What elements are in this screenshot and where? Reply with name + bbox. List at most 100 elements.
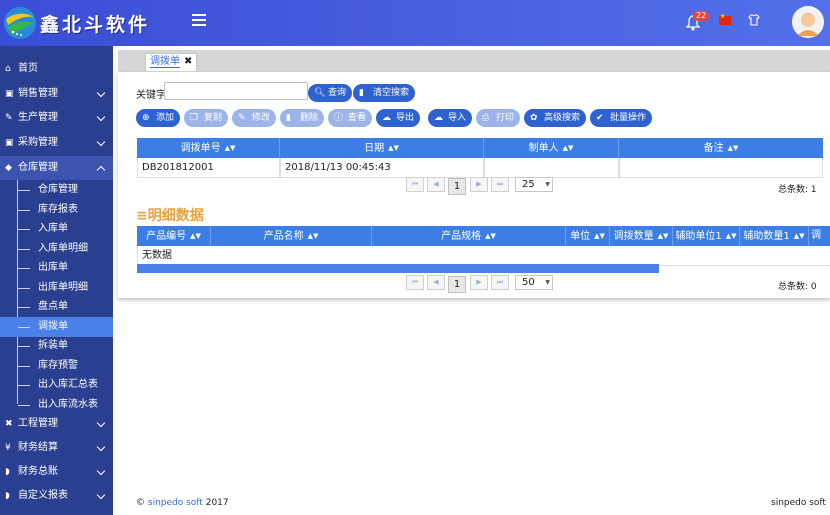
sidebar-item-label: 仓库管理 (18, 162, 58, 173)
next-page-icon[interactable]: ▶ (470, 177, 488, 192)
import-button[interactable]: ☁ 导入 (428, 109, 473, 127)
query-button[interactable]: 🔍︎ 查询 (308, 84, 353, 102)
sidebar-subitem-inout-summary[interactable]: 出入库汇总表 (0, 375, 113, 395)
batch-operation-button-label: 批量操作 (610, 113, 647, 123)
close-icon[interactable]: ✖ (184, 56, 192, 67)
cloud-download-icon: ☁ (382, 113, 391, 123)
footer-link[interactable]: sinpedo soft (148, 498, 203, 508)
tab-label: 调拨单 (150, 56, 180, 68)
sidebar-subitem-stocktake[interactable]: 盘点单 (0, 297, 113, 317)
language-flag-icon[interactable] (719, 13, 731, 25)
wrench-icon: ✎ (5, 113, 13, 123)
last-page-icon[interactable]: ⏭ (491, 177, 509, 192)
add-button[interactable]: ⊕ 添加 (136, 109, 181, 127)
sidebar-subitem-outbound-detail[interactable]: 出库单明细 (0, 278, 113, 298)
keyword-label: 关键字 (136, 90, 166, 101)
theme-shirt-icon[interactable] (748, 14, 760, 26)
chevron-down-icon (96, 418, 106, 428)
column-header-label: 产品编号 (146, 231, 187, 242)
delete-button-label: 删除 (300, 113, 319, 123)
column-header-date[interactable]: 日期 ▲▼ (280, 138, 484, 158)
page-size-select[interactable]: 25 (515, 177, 553, 192)
tag-icon: ◗ (5, 491, 10, 501)
sidebar-item-label: 财务总账 (18, 466, 58, 477)
column-header-maker[interactable]: 制单人 ▲▼ (484, 138, 619, 158)
horizontal-scrollbar[interactable] (137, 264, 659, 273)
current-page[interactable]: 1 (448, 178, 466, 195)
sidebar-item-ledger[interactable]: ◗ 财务总账 (0, 460, 113, 484)
sidebar-item-label: 工程管理 (18, 418, 58, 429)
cell-transfer-no: DB201812001 (137, 158, 280, 178)
sidebar-item-purchase[interactable]: ▣ 采购管理 (0, 131, 113, 155)
user-avatar[interactable] (792, 6, 824, 38)
sidebar-item-warehouse[interactable]: ◆ 仓库管理 (0, 156, 113, 180)
footer-copyright: © sinpedo soft 2017 (136, 498, 229, 508)
prev-page-icon[interactable]: ◀ (427, 275, 445, 290)
column-header-product-spec[interactable]: 产品规格 ▲▼ (372, 226, 566, 246)
column-header-aux-qty-1[interactable]: 辅助数量1 ▲▼ (740, 226, 809, 246)
first-page-icon[interactable]: ⏮ (406, 177, 424, 192)
sidebar-subitem-assembly[interactable]: 拆装单 (0, 336, 113, 356)
sidebar-item-finance-settle[interactable]: ¥ 财务结算 (0, 436, 113, 460)
query-button-label: 查询 (328, 88, 347, 98)
column-header-aux-unit-1[interactable]: 辅助单位1 ▲▼ (673, 226, 740, 246)
logo-text: 鑫北斗软件 (40, 14, 151, 36)
clear-search-button-label: 清空搜索 (373, 88, 410, 98)
delete-button[interactable]: ▮ 删除 (280, 109, 325, 127)
sidebar-subitem-transfer[interactable]: 调拨单 (0, 317, 113, 337)
view-button-label: 查看 (348, 113, 367, 123)
cell-remark (619, 158, 823, 178)
last-page-icon[interactable]: ⏭ (491, 275, 509, 290)
footer-brand: sinpedo soft (771, 498, 826, 508)
column-header-transfer-no[interactable]: 调拨单号 ▲▼ (137, 138, 280, 158)
column-header-unit[interactable]: 单位 ▲▼ (566, 226, 610, 246)
export-button[interactable]: ☁ 导出 (376, 109, 421, 127)
detail-title-text: 明细数据 (147, 208, 204, 224)
prev-page-icon[interactable]: ◀ (427, 177, 445, 192)
sidebar-subitem-stock-alert[interactable]: 库存预警 (0, 356, 113, 376)
sidebar-subitem-inbound-detail[interactable]: 入库单明细 (0, 239, 113, 259)
sidebar-subitem-stock-report[interactable]: 库存报表 (0, 200, 113, 220)
view-button[interactable]: ⓘ 查看 (328, 109, 373, 127)
tab-transfer[interactable]: 调拨单 ✖ (145, 53, 198, 71)
clear-search-button[interactable]: ▮ 清空搜索 (353, 84, 416, 102)
sidebar-item-sales[interactable]: ▣ 销售管理 (0, 82, 113, 106)
print-icon: ⎙ (482, 113, 490, 123)
column-header-label: 产品名称 (263, 231, 304, 242)
plus-circle-icon: ⊕ (142, 113, 150, 123)
sidebar-item-engineering[interactable]: ✖ 工程管理 (0, 412, 113, 436)
print-button[interactable]: ⎙ 打印 (476, 109, 521, 127)
copy-button[interactable]: ❐ 复制 (184, 109, 229, 127)
pager-detail: ⏮ ◀ 1 ▶ ⏭ 50 (406, 275, 566, 293)
column-header-truncated[interactable]: 调 (809, 226, 830, 246)
sidebar-subitem-inbound[interactable]: 入库单 (0, 219, 113, 239)
sidebar-item-home[interactable]: ⌂ 首页 (0, 57, 113, 81)
column-header-transfer-qty[interactable]: 调拨数量 ▲▼ (610, 226, 673, 246)
pencil-icon: ✎ (238, 113, 246, 123)
yen-icon: ¥ (5, 443, 11, 453)
first-page-icon[interactable]: ⏮ (406, 275, 424, 290)
sidebar-item-custom-report[interactable]: ◗ 自定义报表 (0, 484, 113, 508)
column-header-remark[interactable]: 备注 ▲▼ (619, 138, 823, 158)
trash-icon: ▮ (286, 113, 291, 123)
menu-toggle-icon[interactable] (192, 14, 206, 28)
sidebar-item-production[interactable]: ✎ 生产管理 (0, 106, 113, 130)
advanced-search-button[interactable]: ✿ 高级搜索 (524, 109, 587, 127)
sidebar-subitem-warehouse-manage[interactable]: 仓库管理 (0, 180, 113, 200)
cell-date: 2018/11/13 00:45:43 (280, 158, 484, 178)
total-count: 总条数: 0 (778, 282, 817, 292)
column-header-product-name[interactable]: 产品名称 ▲▼ (211, 226, 372, 246)
keyword-input[interactable] (164, 82, 308, 100)
edit-button[interactable]: ✎ 修改 (232, 109, 277, 127)
batch-operation-button[interactable]: ✔ 批量操作 (590, 109, 653, 127)
sidebar-item-label: 采购管理 (18, 137, 58, 148)
page-size-select[interactable]: 50 (515, 275, 553, 290)
next-page-icon[interactable]: ▶ (470, 275, 488, 290)
column-header-label: 单位 (570, 231, 591, 242)
current-page[interactable]: 1 (448, 276, 466, 293)
column-header-product-code[interactable]: 产品编号 ▲▼ (137, 226, 211, 246)
sidebar-item-label: 销售管理 (18, 88, 58, 99)
copyright-symbol: © (136, 498, 145, 508)
sidebar-subitem-outbound[interactable]: 出库单 (0, 258, 113, 278)
sidebar-item-label: 财务结算 (18, 442, 58, 453)
